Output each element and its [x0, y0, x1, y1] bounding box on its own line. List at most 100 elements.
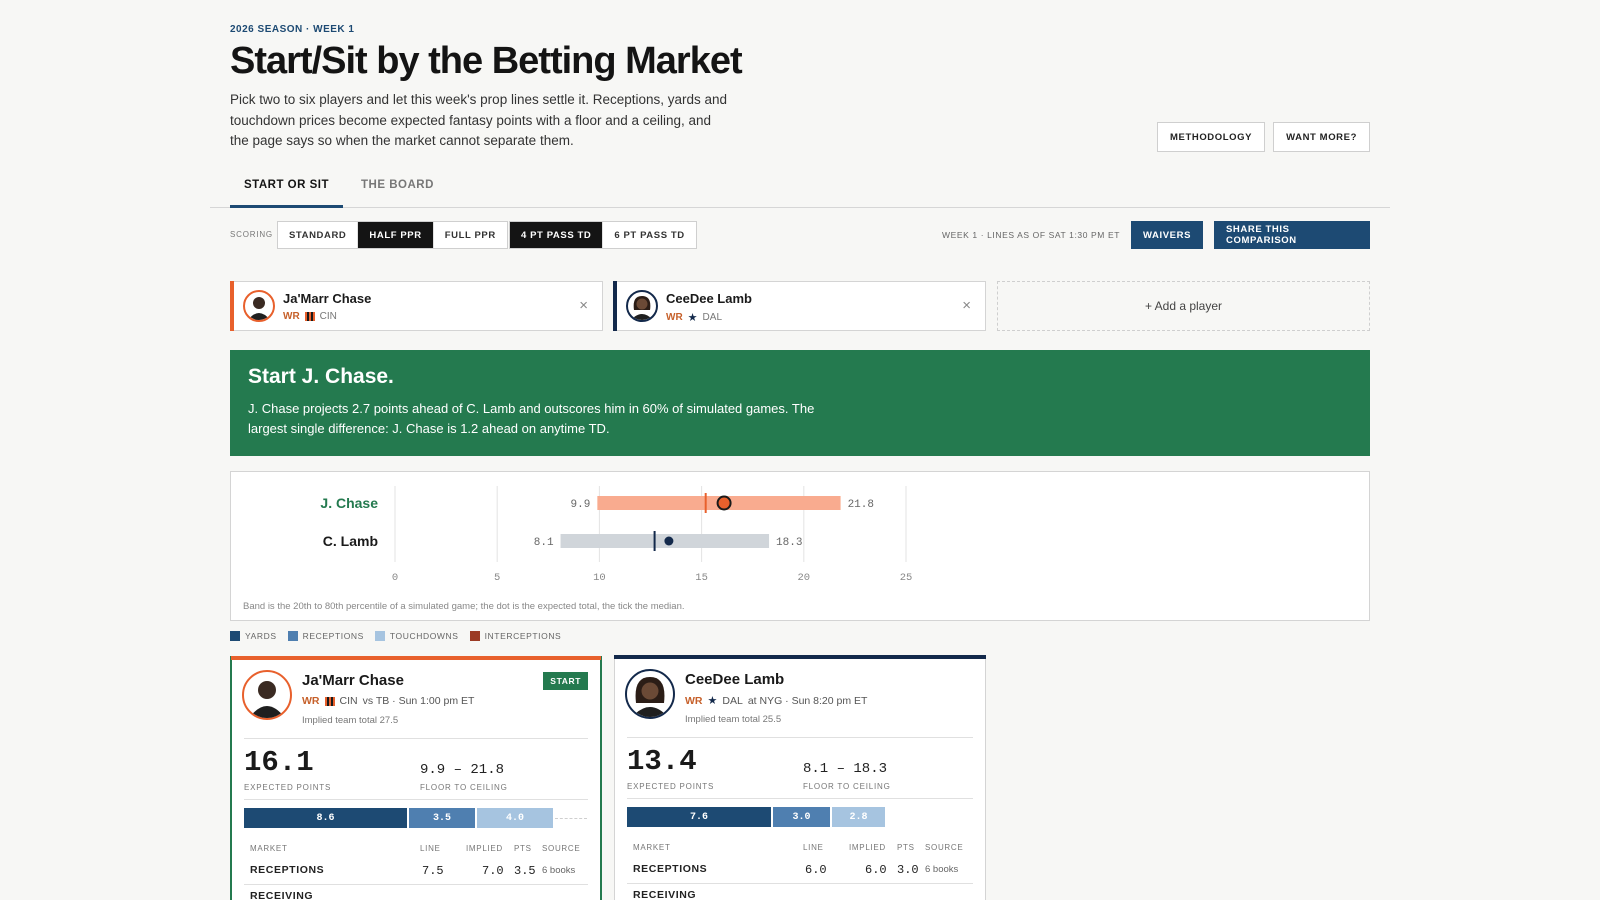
- receptions-segment: 3.5: [409, 808, 475, 828]
- scoring-full-ppr-option[interactable]: FULL PPR: [434, 222, 507, 248]
- player-team: DAL: [702, 312, 722, 323]
- bengals-logo-icon: [304, 312, 315, 321]
- row-label: J. Chase: [320, 495, 378, 511]
- cowboys-star-icon: ★: [707, 695, 718, 707]
- waivers-button[interactable]: WAIVERS: [1131, 221, 1204, 249]
- col-source: SOURCE: [925, 843, 964, 852]
- legend-touchdowns: TOUCHDOWNS: [374, 631, 459, 641]
- methodology-button[interactable]: METHODOLOGY: [1157, 122, 1266, 152]
- market-pts: 3.0: [897, 863, 919, 877]
- points-breakdown-bar: 8.6 3.5 4.0: [244, 808, 587, 828]
- legend-interceptions: INTERCEPTIONS: [469, 631, 562, 641]
- scoring-half-ppr-option[interactable]: HALF PPR: [358, 222, 434, 248]
- x-tick-label: 0: [392, 572, 398, 584]
- floor-ceiling-label: FLOOR TO CEILING: [803, 782, 891, 791]
- player-chip-lamb[interactable]: CeeDee Lamb WR ★ DAL ×: [613, 281, 986, 331]
- col-line: LINE: [420, 844, 441, 853]
- pass-td-toggle: 4 PT PASS TD 6 PT PASS TD: [509, 221, 697, 249]
- col-pts: PTS: [514, 844, 532, 853]
- player-chip-chase[interactable]: Ja'Marr Chase WR CIN ×: [230, 281, 603, 331]
- bengals-logo-icon: [324, 696, 335, 706]
- points-breakdown-bar: 7.6 3.0 2.8: [627, 807, 885, 827]
- expected-points-value: 13.4: [627, 745, 697, 778]
- remove-player-button[interactable]: ×: [579, 297, 588, 314]
- verdict-banner: Start J. Chase. J. Chase projects 2.7 po…: [230, 350, 1370, 456]
- breakdown-legend: YARDS RECEPTIONS TOUCHDOWNS INTERCEPTION…: [230, 631, 561, 641]
- cowboys-star-icon: ★: [687, 312, 698, 324]
- start-badge: START: [543, 672, 588, 690]
- legend-receptions: RECEPTIONS: [287, 631, 364, 641]
- avatar: [243, 290, 275, 322]
- pass-td-4-option[interactable]: 4 PT PASS TD: [510, 222, 604, 248]
- market-line: 6.0: [805, 863, 827, 877]
- player-detail-card-lamb: CeeDee Lamb WR ★ DAL at NYG · Sun 8:20 p…: [614, 655, 986, 900]
- legend-swatch: [287, 631, 298, 641]
- divider: [244, 799, 588, 800]
- share-comparison-button[interactable]: SHARE THIS COMPARISON: [1214, 221, 1370, 249]
- player-position: WR: [302, 695, 320, 707]
- divider: [244, 738, 588, 739]
- player-detail-card-chase: Ja'Marr Chase WR CIN vs TB · Sun 1:00 pm…: [230, 656, 602, 900]
- player-matchup: at NYG · Sun 8:20 pm ET: [747, 694, 868, 707]
- season-label: 2026 SEASON · WEEK 1: [230, 24, 355, 35]
- col-implied: IMPLIED: [466, 844, 503, 853]
- col-pts: PTS: [897, 843, 915, 852]
- remove-player-button[interactable]: ×: [962, 297, 971, 314]
- legend-swatch: [469, 631, 480, 641]
- player-team: DAL: [722, 694, 743, 707]
- player-position: WR: [685, 694, 703, 707]
- header-actions: METHODOLOGY WANT MORE?: [1157, 122, 1370, 152]
- verdict-text: J. Chase projects 2.7 points ahead of C.…: [248, 401, 815, 436]
- floor-ceiling-value: 8.1 – 18.3: [803, 761, 888, 777]
- player-name: Ja'Marr Chase: [302, 672, 404, 689]
- floor-label: 8.1: [534, 537, 554, 549]
- market-name: RECEIVING: [250, 890, 314, 900]
- legend-yards: YARDS: [230, 631, 277, 641]
- player-team: CIN: [319, 311, 337, 322]
- receptions-segment: 3.0: [773, 807, 830, 827]
- player-position: WR: [666, 312, 683, 323]
- expected-dot: [664, 536, 674, 546]
- player-color-bar: [614, 655, 986, 659]
- floor-ceiling-value: 9.9 – 21.8: [420, 762, 505, 778]
- pass-td-6-option[interactable]: 6 PT PASS TD: [603, 222, 695, 248]
- verdict-title: Start J. Chase.: [248, 365, 394, 388]
- player-game-info: WR CIN vs TB · Sun 1:00 pm ET: [302, 695, 474, 707]
- col-implied: IMPLIED: [849, 843, 886, 852]
- player-name: Ja'Marr Chase: [283, 291, 372, 306]
- implied-team-total: Implied team total 27.5: [302, 715, 399, 726]
- range-chart: 0 5 10 15 20 25 J. Chase 9.9 21.8 C. Lamb 8.1 18.3 …: [230, 471, 1370, 621]
- avatar: [242, 670, 292, 720]
- col-source: SOURCE: [542, 844, 581, 853]
- x-tick-label: 5: [494, 572, 500, 584]
- divider: [627, 737, 973, 738]
- add-player-button[interactable]: + Add a player: [997, 281, 1370, 331]
- page-title: Start/Sit by the Betting Market: [230, 40, 743, 82]
- touchdowns-segment: 2.8: [832, 807, 885, 827]
- floor-label: 9.9: [571, 499, 591, 511]
- avatar: [625, 669, 675, 719]
- market-name: RECEPTIONS: [633, 863, 708, 875]
- want-more-button[interactable]: WANT MORE?: [1273, 122, 1370, 152]
- yards-segment: 8.6: [244, 808, 407, 828]
- scoring-standard-option[interactable]: STANDARD: [278, 222, 359, 248]
- yards-segment: 7.6: [627, 807, 771, 827]
- legend-swatch: [230, 631, 240, 641]
- range-chart-svg: 0 5 10 15 20 25 J. Chase 9.9 21.8 C. Lamb 8.1 18.3: [320, 486, 912, 584]
- divider: [627, 798, 973, 799]
- market-name: RECEPTIONS: [250, 864, 325, 876]
- chart-note: Band is the 20th to 80th percentile of a…: [243, 601, 685, 612]
- floor-ceiling-label: FLOOR TO CEILING: [420, 783, 508, 792]
- tab-the-board[interactable]: THE BOARD: [347, 166, 448, 208]
- player-meta: WR ★ DAL: [666, 311, 722, 324]
- market-line: 7.5: [422, 864, 444, 878]
- player-color-bar: [231, 656, 601, 660]
- col-market: MARKET: [633, 843, 671, 852]
- x-tick-label: 20: [797, 572, 810, 584]
- tab-start-or-sit[interactable]: START OR SIT: [230, 166, 344, 208]
- market-implied: 7.0: [482, 864, 504, 878]
- player-matchup: vs TB · Sun 1:00 pm ET: [362, 695, 475, 707]
- player-meta: WR CIN: [283, 311, 337, 322]
- expected-points-label: EXPECTED POINTS: [244, 783, 332, 792]
- row-label: C. Lamb: [323, 533, 378, 549]
